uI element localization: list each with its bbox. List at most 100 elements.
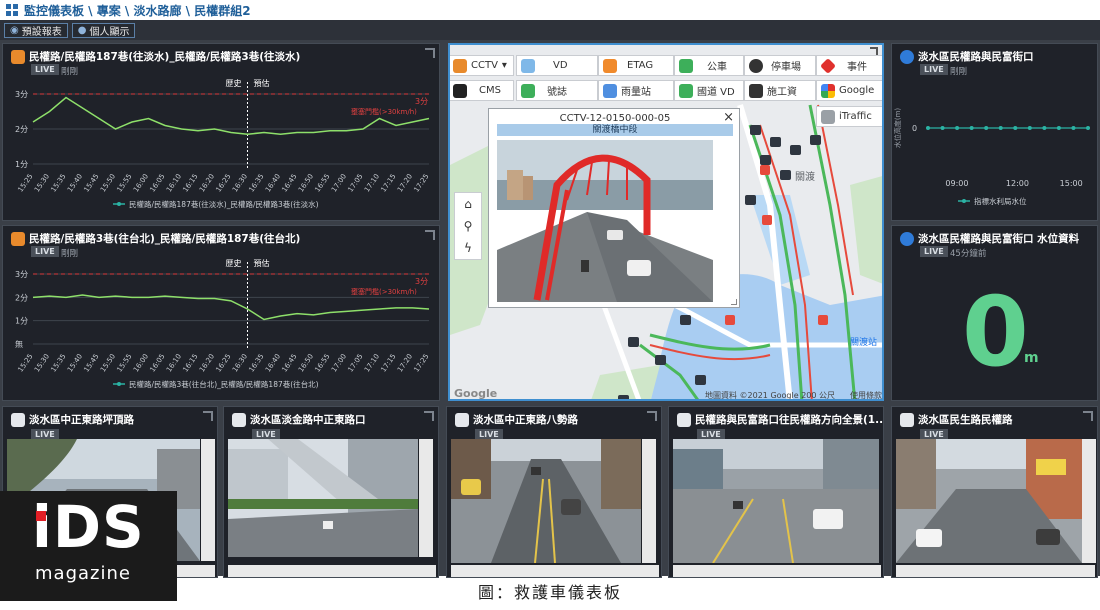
layer-bus-toggle[interactable]: 公車 xyxy=(674,55,744,76)
live-badge: LIVE xyxy=(920,246,948,257)
layer-construction-toggle[interactable]: 施工資 xyxy=(744,80,816,101)
vertical-scrollbar[interactable] xyxy=(642,439,656,563)
layer-rain-toggle[interactable]: 雨量站 xyxy=(598,80,674,101)
horizontal-scrollbar[interactable] xyxy=(228,565,436,577)
rain-icon xyxy=(603,83,617,98)
location-pin-icon[interactable]: ⚲ xyxy=(464,219,473,233)
camera-icon xyxy=(232,413,246,427)
camera-feed-5[interactable] xyxy=(896,439,1082,563)
camera-feed-2[interactable] xyxy=(228,439,418,557)
home-icon[interactable]: ⌂ xyxy=(464,197,472,211)
data-point xyxy=(1071,126,1076,130)
vertical-scrollbar[interactable] xyxy=(1082,439,1096,563)
x-tick-label: 16:50 xyxy=(297,173,315,194)
x-tick-label: 17:20 xyxy=(396,353,414,374)
personal-display-button[interactable]: ● 個人顯示 xyxy=(71,22,136,38)
x-tick-label: 15:50 xyxy=(99,353,117,374)
layer-signal-toggle[interactable]: 號誌 xyxy=(516,80,598,101)
x-tick-label: 17:05 xyxy=(347,353,365,374)
vertical-scrollbar[interactable] xyxy=(201,439,215,561)
layer-vd-toggle[interactable]: VD xyxy=(516,55,598,76)
layer-label: 號誌 xyxy=(547,87,567,98)
x-tick-label: 16:00 xyxy=(132,173,150,194)
legend-label: 民權路/民權路3巷(往台北)_民權路/民權路187巷(往台北) xyxy=(129,379,319,389)
live-badge: LIVE xyxy=(920,64,948,75)
y-axis-label: 水位高度(m) xyxy=(893,108,902,149)
x-tick-label: 16:10 xyxy=(165,173,183,194)
vertical-scrollbar[interactable] xyxy=(419,439,433,557)
layer-label: 事件 xyxy=(847,62,867,73)
camera-title: 淡水區中正東路八勢路 xyxy=(473,414,578,426)
history-label: 歷史 xyxy=(226,78,242,88)
x-tick-label: 16:45 xyxy=(281,173,299,194)
etag-icon xyxy=(11,50,25,64)
map-terms-link[interactable]: 使用條款 xyxy=(850,390,882,400)
expand-icon[interactable] xyxy=(203,411,213,421)
layer-label: iTraffic xyxy=(839,111,872,122)
x-tick-label: 17:05 xyxy=(347,173,365,194)
camera-image xyxy=(896,439,1082,563)
x-tick-label: 16:40 xyxy=(264,353,282,374)
x-tick-label: 16:40 xyxy=(264,173,282,194)
data-point xyxy=(1042,126,1047,130)
map-label-station: 關渡站 xyxy=(850,336,877,348)
expand-icon[interactable] xyxy=(425,48,435,58)
expand-icon[interactable] xyxy=(425,230,435,240)
cctv-snapshot[interactable] xyxy=(497,140,713,302)
expand-icon[interactable] xyxy=(647,411,657,421)
x-tick-label: 16:35 xyxy=(248,353,266,374)
layer-cms-toggle[interactable]: CMS xyxy=(450,80,514,101)
layer-freeway-vd-toggle[interactable]: 國道 VD xyxy=(674,80,744,101)
freeway-vd-icon xyxy=(679,83,693,98)
camera-feed-3[interactable] xyxy=(451,439,641,563)
preset-report-button[interactable]: ◉ 預設報表 xyxy=(4,22,68,38)
water-level-value: 0 xyxy=(962,276,1029,388)
cms-icon xyxy=(453,83,467,98)
camera-title: 淡水區民生路民權路 xyxy=(918,414,1013,426)
x-tick-label: 16:20 xyxy=(198,173,216,194)
layer-etag-toggle[interactable]: ETAG xyxy=(598,55,674,76)
travel-time-panel-1: 民權路/民權路187巷(往淡水)_民權路/民權路3巷(往淡水) LIVE 剛剛 … xyxy=(2,43,440,221)
forecast-label: 預估 xyxy=(254,258,270,268)
itraffic-icon xyxy=(821,109,835,124)
data-point xyxy=(984,126,989,130)
bus-icon xyxy=(679,58,693,73)
lightning-icon[interactable]: ϟ xyxy=(464,241,472,255)
resize-handle-icon[interactable] xyxy=(731,299,737,305)
x-tick-label: 16:05 xyxy=(149,353,167,374)
x-tick-label: 16:10 xyxy=(165,353,183,374)
y-tick-label: 3分 xyxy=(15,270,28,279)
layer-label: 停車場 xyxy=(771,62,801,73)
camera-image xyxy=(228,439,418,557)
x-tick-label: 12:00 xyxy=(1006,179,1029,188)
x-tick-label: 15:25 xyxy=(17,353,35,374)
camera-feed-4[interactable] xyxy=(673,439,879,563)
camera-panel-2: 淡水區淡金路中正東路口 LIVE xyxy=(223,406,439,578)
camera-title: 淡水區中正東路坪頂路 xyxy=(29,414,134,426)
horizontal-scrollbar[interactable] xyxy=(896,565,1095,577)
layer-cctv-toggle[interactable]: CCTV ▾ xyxy=(450,55,514,76)
expand-icon[interactable] xyxy=(1083,411,1093,421)
map-expand-icon[interactable] xyxy=(870,47,878,55)
x-tick-label: 17:25 xyxy=(413,353,431,374)
layer-incident-toggle[interactable]: 事件 xyxy=(816,55,882,76)
layer-parking-toggle[interactable]: 停車場 xyxy=(744,55,816,76)
layer-google-toggle[interactable]: Google xyxy=(816,80,882,101)
breadcrumb[interactable]: 監控儀表板 \ 專案 \ 淡水路廊 \ 民權群組2 xyxy=(24,2,251,19)
updated-time: 剛剛 xyxy=(950,67,968,77)
data-point xyxy=(955,126,960,130)
expand-icon[interactable] xyxy=(424,411,434,421)
horizontal-scrollbar[interactable] xyxy=(673,565,881,577)
user-icon: ● xyxy=(77,24,87,36)
close-icon[interactable]: × xyxy=(723,110,734,125)
parking-icon xyxy=(749,58,763,73)
map-controls: ⌂ ⚲ ϟ xyxy=(454,192,482,260)
personal-display-label: 個人顯示 xyxy=(89,26,130,38)
layer-itraffic-toggle[interactable]: iTraffic xyxy=(816,106,882,127)
water-level-panel: 淡水區民權路與民富街口 LIVE 剛剛 水位高度(m) 0 09:00 12:00 15… xyxy=(891,43,1098,221)
horizontal-scrollbar[interactable] xyxy=(451,565,659,577)
legend-label: 民權路/民權路187巷(往淡水)_民權路/民權路3巷(往淡水) xyxy=(129,199,319,209)
x-tick-label: 17:20 xyxy=(396,173,414,194)
preset-report-label: 預設報表 xyxy=(21,26,62,38)
camera-icon xyxy=(677,413,691,427)
